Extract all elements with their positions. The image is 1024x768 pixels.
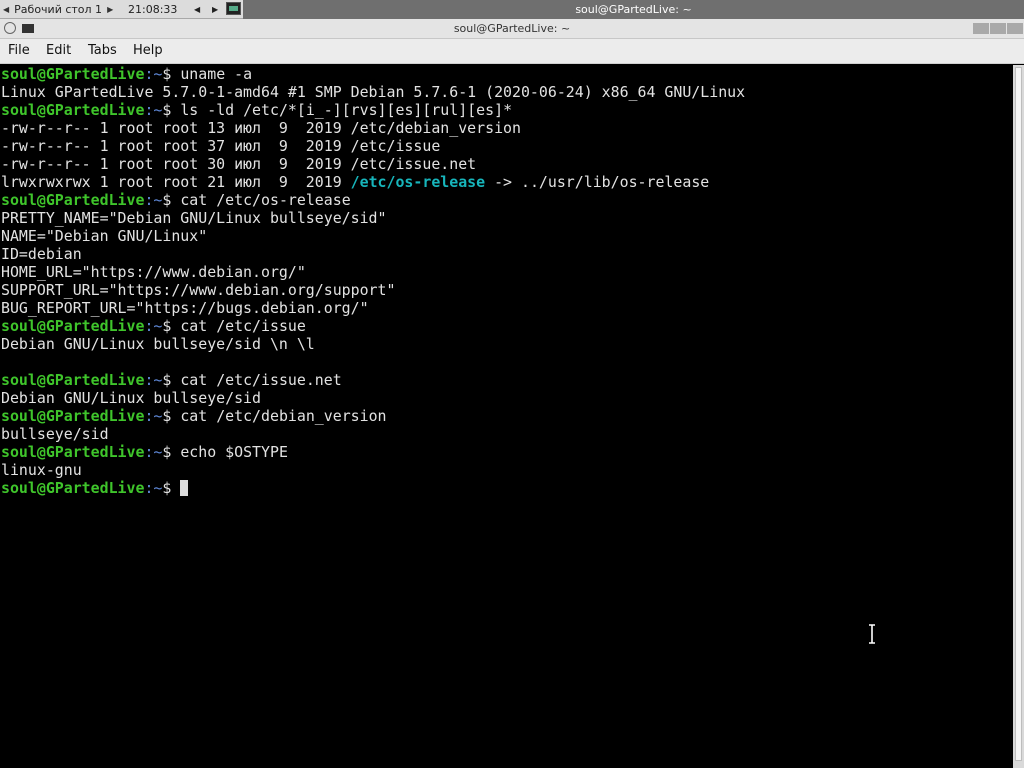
prompt-user: soul@GPartedLive <box>1 65 145 83</box>
prompt-user: soul@GPartedLive <box>1 407 145 425</box>
output-line: PRETTY_NAME="Debian GNU/Linux bullseye/s… <box>1 209 387 227</box>
symlink-name: /etc/os-release <box>350 173 486 191</box>
prompt-path: :~ <box>144 371 163 389</box>
prompt-symbol: $ <box>162 191 172 209</box>
command-line: soul@GPartedLive:~$ echo $OSTYPE <box>0 443 1013 461</box>
prompt-symbol: $ <box>162 479 172 497</box>
minimize-button[interactable] <box>973 23 989 34</box>
output-line: -rw-r--r-- 1 root root 13 июл 9 2019 /et… <box>1 119 521 137</box>
prompt-user: soul@GPartedLive <box>1 317 145 335</box>
active-prompt-line: soul@GPartedLive:~$ <box>0 479 1013 497</box>
command-text: uname -a <box>180 65 253 83</box>
scrollbar[interactable] <box>1013 65 1024 768</box>
workspace-next-icon[interactable]: ▶ <box>104 5 116 14</box>
prompt-path: :~ <box>144 479 163 497</box>
output-line: Debian GNU/Linux bullseye/sid <box>1 389 261 407</box>
window-title: soul@GPartedLive: ~ <box>453 22 571 35</box>
prompt-symbol: $ <box>162 65 172 83</box>
prompt-path: :~ <box>144 101 163 119</box>
output-line: -rw-r--r-- 1 root root 37 июл 9 2019 /et… <box>1 137 441 155</box>
output-line: HOME_URL="https://www.debian.org/" <box>1 263 306 281</box>
command-line: soul@GPartedLive:~$ cat /etc/issue.net <box>0 371 1013 389</box>
output-text: lrwxrwxrwx 1 root root 21 июл 9 2019 <box>1 173 351 191</box>
window-titlebar[interactable]: soul@GPartedLive: ~ <box>0 19 1024 39</box>
output-line: Debian GNU/Linux bullseye/sid \n \l <box>1 335 315 353</box>
command-text: ls -ld /etc/*[i_-][rvs][es][rul][es]* <box>180 101 513 119</box>
workspace-switcher[interactable]: ◀ Рабочий стол 1 ▶ <box>0 0 116 19</box>
command-line: soul@GPartedLive:~$ ls -ld /etc/*[i_-][r… <box>0 101 1013 119</box>
maximize-button[interactable] <box>990 23 1006 34</box>
output-line: linux-gnu <box>1 461 82 479</box>
menu-edit[interactable]: Edit <box>46 39 71 63</box>
workspace-prev-icon[interactable]: ◀ <box>0 5 12 14</box>
prompt-symbol: $ <box>162 101 172 119</box>
scrollbar-thumb[interactable] <box>1015 67 1022 761</box>
prompt-symbol: $ <box>162 371 172 389</box>
terminal-launcher-icon[interactable] <box>226 2 241 15</box>
prompt-user: soul@GPartedLive <box>1 479 145 497</box>
prompt-path: :~ <box>144 407 163 425</box>
prompt-user: soul@GPartedLive <box>1 191 145 209</box>
output-line: NAME="Debian GNU/Linux" <box>1 227 208 245</box>
command-text: cat /etc/issue.net <box>180 371 342 389</box>
prompt-user: soul@GPartedLive <box>1 371 145 389</box>
prompt-path: :~ <box>144 191 163 209</box>
next-window-icon[interactable]: ▶ <box>212 0 218 19</box>
output-line: -rw-r--r-- 1 root root 30 июл 9 2019 /et… <box>1 155 477 173</box>
command-text: cat /etc/os-release <box>180 191 351 209</box>
prompt-symbol: $ <box>162 443 172 461</box>
prompt-path: :~ <box>144 443 163 461</box>
prompt-symbol: $ <box>162 317 172 335</box>
prompt-path: :~ <box>144 65 163 83</box>
prompt-path: :~ <box>144 317 163 335</box>
command-line: soul@GPartedLive:~$ uname -a <box>0 65 1013 83</box>
command-line: soul@GPartedLive:~$ cat /etc/issue <box>0 317 1013 335</box>
output-line: ID=debian <box>1 245 82 263</box>
close-button[interactable] <box>1007 23 1023 34</box>
command-line: soul@GPartedLive:~$ cat /etc/os-release <box>0 191 1013 209</box>
symlink-target: -> ../usr/lib/os-release <box>485 173 710 191</box>
workspace-label: Рабочий стол 1 <box>14 3 103 16</box>
text-cursor-icon <box>869 624 875 644</box>
output-line: BUG_REPORT_URL="https://bugs.debian.org/… <box>1 299 369 317</box>
menu-help[interactable]: Help <box>133 39 163 63</box>
output-line: SUPPORT_URL="https://www.debian.org/supp… <box>1 281 396 299</box>
menu-bar: File Edit Tabs Help <box>0 39 1024 64</box>
prompt-user: soul@GPartedLive <box>1 101 145 119</box>
prev-window-icon[interactable]: ◀ <box>194 0 200 19</box>
output-line: bullseye/sid <box>1 425 109 443</box>
command-line: soul@GPartedLive:~$ cat /etc/debian_vers… <box>0 407 1013 425</box>
clock[interactable]: 21:08:33 <box>128 0 177 19</box>
prompt-user: soul@GPartedLive <box>1 443 145 461</box>
terminal-output[interactable]: soul@GPartedLive:~$ uname -a Linux GParte… <box>0 65 1013 768</box>
top-panel: ◀ Рабочий стол 1 ▶ 21:08:33 ◀ ▶ soul@GPa… <box>0 0 1024 19</box>
output-line: lrwxrwxrwx 1 root root 21 июл 9 2019 /et… <box>0 173 1013 191</box>
output-line: Linux GPartedLive 5.7.0-1-amd64 #1 SMP D… <box>1 83 746 101</box>
terminal-cursor <box>180 480 189 496</box>
command-text: echo $OSTYPE <box>180 443 288 461</box>
command-text: cat /etc/debian_version <box>180 407 387 425</box>
prompt-symbol: $ <box>162 407 172 425</box>
command-text: cat /etc/issue <box>180 317 306 335</box>
menu-file[interactable]: File <box>8 39 30 63</box>
menu-tabs[interactable]: Tabs <box>88 39 117 63</box>
taskbar-item-terminal[interactable]: soul@GPartedLive: ~ <box>243 0 1024 19</box>
